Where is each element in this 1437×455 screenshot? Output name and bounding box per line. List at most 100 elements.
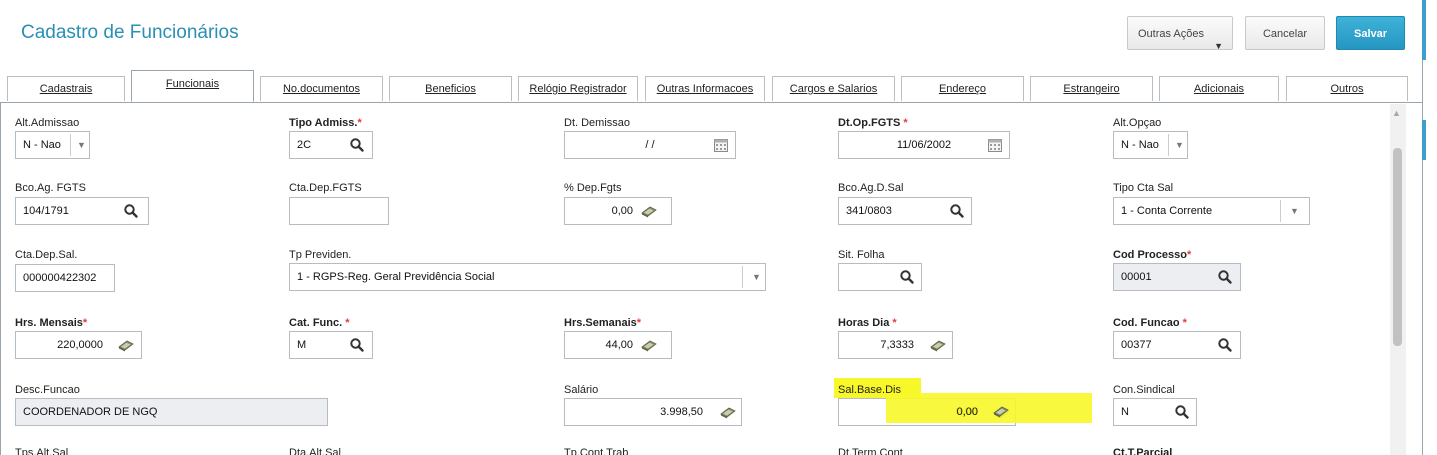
tp-previden-value: 1 - RGPS-Reg. Geral Previdência Social bbox=[297, 271, 495, 283]
bco-ag-fgts-field[interactable]: 104/1791 bbox=[15, 197, 149, 225]
calendar-icon[interactable] bbox=[987, 137, 1003, 153]
hrs-mensais-label-text: Hrs. Mensais bbox=[15, 317, 83, 329]
calculator-icon[interactable] bbox=[641, 337, 657, 353]
con-sindical-label: Con.Sindical bbox=[1113, 384, 1175, 396]
chevron-down-icon: ▼ bbox=[752, 272, 761, 282]
tab-outras-informacoes[interactable]: Outras Informacoes bbox=[645, 76, 765, 101]
required-mark: * bbox=[82, 317, 88, 329]
bco-ag-d-sal-field[interactable]: 341/0803 bbox=[838, 197, 972, 225]
pct-dep-fgts-label: % Dep.Fgts bbox=[564, 182, 622, 194]
dt-demissao-field[interactable]: / / bbox=[564, 131, 736, 159]
horas-dia-label: Horas Dia * bbox=[838, 317, 897, 329]
calculator-icon[interactable] bbox=[641, 203, 657, 219]
search-icon[interactable] bbox=[349, 137, 365, 153]
chevron-down-icon: ▼ bbox=[77, 140, 86, 150]
pct-dep-fgts-field[interactable]: 0,00 bbox=[564, 197, 672, 225]
tipo-admiss-value: 2C bbox=[297, 139, 312, 151]
save-button[interactable]: Salvar bbox=[1336, 16, 1405, 50]
calculator-icon[interactable] bbox=[720, 404, 736, 420]
select-divider bbox=[1280, 200, 1281, 222]
pct-dep-fgts-value: 0,00 bbox=[611, 205, 633, 217]
hrs-semanais-label: Hrs.Semanais* bbox=[564, 317, 641, 329]
calendar-icon[interactable] bbox=[713, 137, 729, 153]
hrs-mensais-field[interactable]: 220,0000 bbox=[15, 331, 142, 359]
search-icon[interactable] bbox=[1217, 269, 1233, 285]
tab-funcionais[interactable]: Funcionais bbox=[131, 70, 254, 102]
form-panel: Alt.Admissao N - Nao ▼ Tipo Admiss.* 2C … bbox=[0, 103, 1422, 455]
hrs-mensais-value: 220,0000 bbox=[57, 339, 103, 351]
cod-funcao-label-text: Cod. Funcao bbox=[1113, 317, 1180, 329]
tipo-admiss-label: Tipo Admiss.* bbox=[289, 117, 362, 129]
cat-func-value: M bbox=[297, 339, 307, 351]
dt-term-cont-label: Dt.Term.Cont bbox=[838, 447, 903, 455]
required-mark: * bbox=[903, 117, 908, 129]
select-divider bbox=[70, 134, 71, 156]
search-icon[interactable] bbox=[123, 203, 139, 219]
search-icon[interactable] bbox=[1174, 404, 1190, 420]
cod-processo-label: Cod Processo* bbox=[1113, 249, 1191, 261]
tp-cont-trab-label: Tp.Cont.Trab bbox=[564, 447, 629, 455]
required-mark: * bbox=[1182, 317, 1187, 329]
scroll-up-icon[interactable]: ▲ bbox=[1392, 108, 1401, 118]
cat-func-label: Cat. Func. * bbox=[289, 317, 350, 329]
search-icon[interactable] bbox=[949, 203, 965, 219]
chevron-down-icon: ▼ bbox=[1290, 206, 1299, 216]
cta-dep-sal-field[interactable]: 000000422302 bbox=[15, 264, 115, 292]
hrs-semanais-label-text: Hrs.Semanais bbox=[564, 317, 637, 329]
dta-alt-sal-label: Dta.Alt.Sal bbox=[289, 447, 341, 455]
cta-dep-fgts-field[interactable] bbox=[289, 197, 389, 225]
cod-funcao-field[interactable]: 00377 bbox=[1113, 331, 1241, 359]
tp-previden-label: Tp Previden. bbox=[289, 249, 352, 261]
tab-relogio-registrador[interactable]: Relógio Registrador bbox=[518, 76, 638, 101]
alt-opcao-select[interactable]: N - Nao ▼ bbox=[1113, 131, 1188, 159]
calculator-icon[interactable] bbox=[118, 337, 134, 353]
outras-acoes-button[interactable]: Outras Ações ▼ bbox=[1127, 16, 1233, 51]
tipo-cta-sal-value: 1 - Conta Corrente bbox=[1121, 205, 1213, 217]
tab-bar: Cadastrais Funcionais No.documentos Bene… bbox=[0, 70, 1422, 103]
dt-op-fgts-label-text: Dt.Op.FGTS bbox=[838, 117, 901, 129]
tab-outros[interactable]: Outros bbox=[1286, 76, 1408, 101]
calculator-icon[interactable] bbox=[930, 337, 946, 353]
tipo-admiss-field[interactable]: 2C bbox=[289, 131, 373, 159]
required-mark: * bbox=[636, 317, 642, 329]
horas-dia-label-text: Horas Dia bbox=[838, 317, 890, 329]
cod-funcao-label: Cod. Funcao * bbox=[1113, 317, 1187, 329]
scrollbar-thumb[interactable] bbox=[1393, 148, 1402, 346]
desc-funcao-field[interactable]: COORDENADOR DE NGQ bbox=[15, 398, 328, 426]
con-sindical-field[interactable]: N bbox=[1113, 398, 1197, 426]
side-accent bbox=[1422, 120, 1426, 160]
select-divider bbox=[1168, 134, 1169, 156]
tab-estrangeiro[interactable]: Estrangeiro bbox=[1030, 76, 1153, 101]
dt-demissao-value: / / bbox=[645, 139, 655, 151]
salario-label: Salário bbox=[564, 384, 599, 396]
horas-dia-field[interactable]: 7,3333 bbox=[838, 331, 953, 359]
tab-beneficios[interactable]: Beneficios bbox=[389, 76, 512, 101]
cancel-button[interactable]: Cancelar bbox=[1245, 16, 1325, 50]
dt-op-fgts-field[interactable]: 11/06/2002 bbox=[838, 131, 1010, 159]
bco-ag-fgts-value: 104/1791 bbox=[23, 205, 69, 217]
tp-previden-select[interactable]: 1 - RGPS-Reg. Geral Previdência Social ▼ bbox=[289, 263, 766, 291]
tab-cargos-e-salarios[interactable]: Cargos e Salarios bbox=[772, 76, 895, 101]
desc-funcao-label: Desc.Funcao bbox=[15, 384, 80, 396]
required-mark: * bbox=[1186, 249, 1192, 261]
search-icon[interactable] bbox=[899, 269, 915, 285]
cod-processo-field[interactable]: 00001 bbox=[1113, 263, 1241, 291]
dt-op-fgts-value: 11/06/2002 bbox=[896, 139, 952, 151]
sit-folha-field[interactable] bbox=[838, 263, 922, 291]
salario-field[interactable]: 3.998,50 bbox=[564, 398, 742, 426]
cat-func-field[interactable]: M bbox=[289, 331, 373, 359]
hrs-semanais-field[interactable]: 44,00 bbox=[564, 331, 672, 359]
tab-endereco[interactable]: Endereço bbox=[901, 76, 1024, 101]
tab-no-documentos[interactable]: No.documentos bbox=[260, 76, 383, 101]
cod-processo-label-text: Cod Processo bbox=[1113, 249, 1187, 261]
search-icon[interactable] bbox=[1217, 337, 1233, 353]
alt-admissao-select[interactable]: N - Nao ▼ bbox=[15, 131, 90, 159]
tipo-cta-sal-select[interactable]: 1 - Conta Corrente ▼ bbox=[1113, 197, 1310, 225]
tab-cadastrais[interactable]: Cadastrais bbox=[7, 76, 125, 101]
alt-opcao-label: Alt.Opçao bbox=[1113, 117, 1162, 129]
search-icon[interactable] bbox=[349, 337, 365, 353]
select-divider bbox=[742, 266, 743, 288]
tps-alt-sal-label: Tps.Alt.Sal bbox=[15, 447, 69, 455]
tab-adicionais[interactable]: Adicionais bbox=[1159, 76, 1279, 101]
cat-func-label-text: Cat. Func. bbox=[289, 317, 343, 329]
